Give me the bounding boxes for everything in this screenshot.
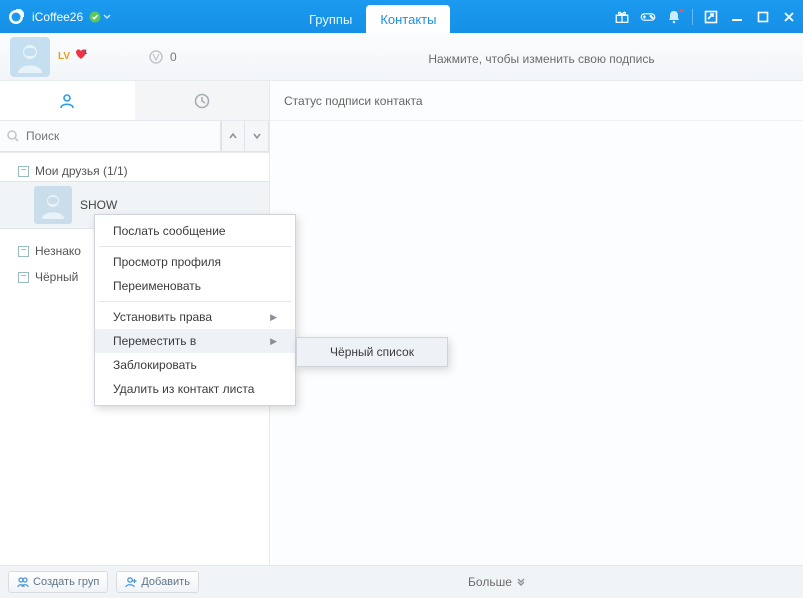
username-label: iCoffee26 xyxy=(32,10,83,24)
gift-icon[interactable] xyxy=(614,9,630,25)
search-row xyxy=(0,121,269,153)
right-header-label: Статус подписи контакта xyxy=(270,81,803,121)
collapse-icon[interactable]: − xyxy=(18,272,29,283)
group-label: Мои друзья (1/1) xyxy=(35,164,128,178)
search-input[interactable] xyxy=(26,129,220,143)
menu-set-rights[interactable]: Установить права▶ xyxy=(95,305,295,329)
chevron-up-icon xyxy=(228,131,238,141)
submenu-blacklist[interactable]: Чёрный список xyxy=(297,338,447,366)
menu-send-message[interactable]: Послать сообщение xyxy=(95,219,295,243)
button-label: Создать груп xyxy=(33,576,99,588)
contact-name: SHOW xyxy=(80,198,117,212)
status-badge[interactable] xyxy=(89,11,111,23)
menu-separator xyxy=(99,246,291,247)
separator xyxy=(692,9,693,25)
search-box[interactable] xyxy=(0,121,221,152)
collapse-icon[interactable]: − xyxy=(18,166,29,177)
group-label: Чёрный xyxy=(35,270,78,284)
right-panel: Статус подписи контакта xyxy=(270,81,803,565)
contact-avatar xyxy=(34,186,72,224)
bell-icon[interactable] xyxy=(666,9,682,25)
tab-people[interactable] xyxy=(0,81,135,120)
context-submenu: Чёрный список xyxy=(296,337,448,367)
menu-block[interactable]: Заблокировать xyxy=(95,353,295,377)
chevron-down-icon xyxy=(103,13,111,21)
context-menu: Послать сообщение Просмотр профиля Переи… xyxy=(94,214,296,406)
menu-rename[interactable]: Переименовать xyxy=(95,274,295,298)
svg-text:1: 1 xyxy=(84,50,88,56)
menu-separator xyxy=(99,301,291,302)
window-controls xyxy=(614,0,797,33)
coin-counter[interactable]: 0 xyxy=(148,49,177,65)
popout-icon[interactable] xyxy=(703,9,719,25)
coin-count: 0 xyxy=(170,50,177,64)
gamepad-icon[interactable] xyxy=(640,9,656,25)
level-badge: LV xyxy=(58,51,70,62)
heart-icon: 1 xyxy=(74,47,88,66)
menu-remove[interactable]: Удалить из контакт листа xyxy=(95,377,295,401)
left-tabs xyxy=(0,81,269,121)
menu-view-profile[interactable]: Просмотр профиля xyxy=(95,250,295,274)
more-label: Больше xyxy=(468,575,512,589)
avatar[interactable] xyxy=(10,37,50,77)
tab-recent[interactable] xyxy=(135,81,270,120)
main-nav: Группы Контакты xyxy=(295,0,450,33)
double-chevron-down-icon xyxy=(516,577,526,587)
person-icon xyxy=(58,92,76,110)
sort-up-button[interactable] xyxy=(221,121,245,152)
chevron-down-icon xyxy=(252,131,262,141)
maximize-button[interactable] xyxy=(755,9,771,25)
more-button[interactable]: Больше xyxy=(468,575,526,589)
close-button[interactable] xyxy=(781,9,797,25)
add-contact-button[interactable]: Добавить xyxy=(116,571,199,593)
tab-groups[interactable]: Группы xyxy=(295,5,366,33)
notification-dot-icon xyxy=(679,8,684,13)
tree-group-my-friends[interactable]: − Мои друзья (1/1) xyxy=(0,161,269,181)
button-label: Добавить xyxy=(141,576,190,588)
tab-contacts[interactable]: Контакты xyxy=(366,5,450,33)
menu-move-to[interactable]: Переместить в▶ xyxy=(95,329,295,353)
person-add-icon xyxy=(125,576,137,588)
group-add-icon xyxy=(17,576,29,588)
chevron-right-icon: ▶ xyxy=(270,336,277,347)
collapse-icon[interactable]: − xyxy=(18,246,29,257)
clock-icon xyxy=(193,92,211,110)
sort-down-button[interactable] xyxy=(245,121,269,152)
chevron-right-icon: ▶ xyxy=(270,312,277,323)
group-label: Незнако xyxy=(35,244,81,258)
search-icon xyxy=(6,129,20,143)
app-logo-icon xyxy=(8,9,24,25)
coin-icon xyxy=(148,49,164,65)
minimize-button[interactable] xyxy=(729,9,745,25)
bottom-bar: Создать груп Добавить Больше xyxy=(0,565,803,598)
signature-hint[interactable]: Нажмите, чтобы изменить свою подпись xyxy=(280,52,803,66)
create-group-button[interactable]: Создать груп xyxy=(8,571,108,593)
